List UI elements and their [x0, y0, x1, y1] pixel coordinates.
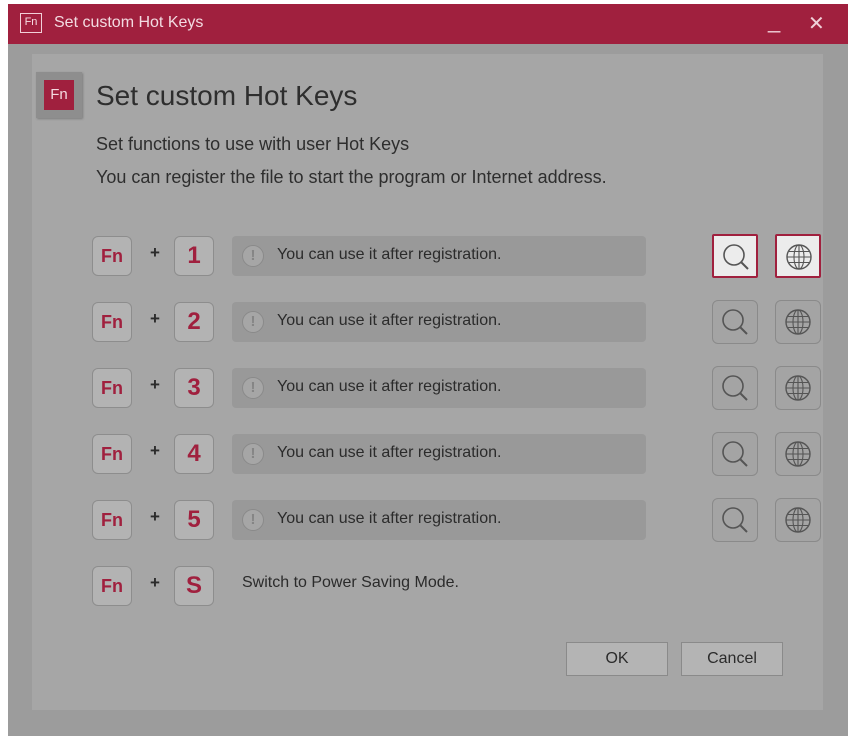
- power-saving-label: Switch to Power Saving Mode.: [242, 574, 459, 591]
- description-line-1: Set functions to use with user Hot Keys: [96, 134, 410, 154]
- magnifier-icon: [722, 441, 748, 467]
- globe-icon: [785, 507, 811, 533]
- hotkey-field-2: ! You can use it after registration.: [232, 302, 646, 342]
- number-key-1: 1: [174, 236, 214, 276]
- number-key-5: 5: [174, 500, 214, 540]
- close-button[interactable]: ✕: [808, 11, 825, 36]
- window-title: Set custom Hot Keys: [54, 14, 204, 31]
- hotkey-field-text: You can use it after registration.: [277, 246, 502, 263]
- hotkey-field-text: You can use it after registration.: [277, 378, 502, 395]
- hotkey-field-3: ! You can use it after registration.: [232, 368, 646, 408]
- fn-key: Fn: [92, 236, 132, 276]
- magnifier-icon: [723, 244, 749, 270]
- hotkey-field-1: ! You can use it after registration.: [232, 236, 646, 276]
- magnifier-icon: [722, 309, 748, 335]
- hotkey-row-4: Fn + 4 ! You can use it after registrati…: [92, 432, 821, 478]
- warning-icon: !: [242, 245, 264, 267]
- title-bar: Fn Set custom Hot Keys _ ✕: [8, 4, 848, 44]
- hotkey-field-text: You can use it after registration.: [277, 510, 502, 527]
- globe-icon: [785, 309, 811, 335]
- ok-button[interactable]: OK: [566, 642, 668, 676]
- fn-key: Fn: [92, 434, 132, 474]
- minimize-button[interactable]: _: [768, 8, 780, 34]
- warning-icon: !: [242, 443, 264, 465]
- page-title: Set custom Hot Keys: [96, 80, 358, 111]
- browse-file-button[interactable]: [712, 366, 758, 410]
- number-key-4: 4: [174, 434, 214, 474]
- browse-file-button[interactable]: [712, 300, 758, 344]
- browse-file-button[interactable]: [712, 432, 758, 476]
- globe-icon: [785, 441, 811, 467]
- fn-key: Fn: [92, 368, 132, 408]
- globe-icon: [786, 244, 812, 270]
- warning-icon: !: [242, 311, 264, 333]
- description-line-2: You can register the file to start the p…: [96, 167, 607, 187]
- plus-sign: +: [150, 243, 160, 262]
- hotkey-row-2: Fn + 2 ! You can use it after registrati…: [92, 300, 821, 346]
- fn-key: Fn: [92, 302, 132, 342]
- hotkey-row-3: Fn + 3 ! You can use it after registrati…: [92, 366, 821, 412]
- hotkey-field-4: ! You can use it after registration.: [232, 434, 646, 474]
- internet-address-button[interactable]: [775, 498, 821, 542]
- plus-sign: +: [150, 441, 160, 460]
- warning-icon: !: [242, 377, 264, 399]
- plus-sign: +: [150, 507, 160, 526]
- browse-file-button[interactable]: [712, 234, 758, 278]
- internet-address-button[interactable]: [775, 234, 821, 278]
- internet-address-button[interactable]: [775, 366, 821, 410]
- magnifier-icon: [722, 507, 748, 533]
- warning-icon: !: [242, 509, 264, 531]
- plus-sign: +: [150, 573, 160, 592]
- fn-key: Fn: [92, 566, 132, 606]
- power-saving-row: Fn + S Switch to Power Saving Mode.: [92, 564, 812, 610]
- hotkey-field-text: You can use it after registration.: [277, 312, 502, 329]
- plus-sign: +: [150, 309, 160, 328]
- fn-key: Fn: [92, 500, 132, 540]
- magnifier-icon: [722, 375, 748, 401]
- plus-sign: +: [150, 375, 160, 394]
- content-panel: Fn Set custom Hot Keys Set functions to …: [32, 54, 823, 710]
- fn-header-icon: Fn: [36, 72, 82, 118]
- s-key: S: [174, 566, 214, 606]
- hotkey-field-5: ! You can use it after registration.: [232, 500, 646, 540]
- hotkeys-window: Fn Set custom Hot Keys _ ✕ Fn Set custom…: [8, 4, 848, 736]
- hotkey-row-5: Fn + 5 ! You can use it after registrati…: [92, 498, 821, 544]
- internet-address-button[interactable]: [775, 432, 821, 476]
- cancel-button[interactable]: Cancel: [681, 642, 783, 676]
- globe-icon: [785, 375, 811, 401]
- internet-address-button[interactable]: [775, 300, 821, 344]
- fn-header-icon-label: Fn: [44, 80, 74, 110]
- hotkey-field-text: You can use it after registration.: [277, 444, 502, 461]
- number-key-2: 2: [174, 302, 214, 342]
- fn-app-icon: Fn: [20, 13, 42, 33]
- number-key-3: 3: [174, 368, 214, 408]
- browse-file-button[interactable]: [712, 498, 758, 542]
- hotkey-row-1: Fn + 1 ! You can use it after registrati…: [92, 234, 821, 280]
